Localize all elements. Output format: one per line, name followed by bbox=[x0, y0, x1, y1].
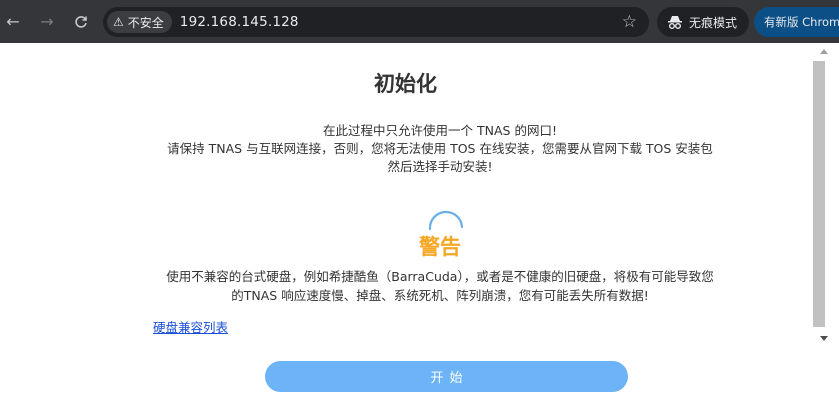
intro-line: 然后选择手动安装! bbox=[387, 159, 493, 174]
warning-line: 的TNAS 响应速度慢、掉盘、系统死机、阵列崩溃，您有可能丢失所有数据! bbox=[231, 288, 649, 303]
address-bar[interactable]: ⚠ 不安全 192.168.145.128 ☆ bbox=[103, 7, 649, 37]
update-chrome-button[interactable]: 有新版 Chrom bbox=[754, 7, 839, 37]
incognito-icon bbox=[668, 16, 682, 29]
page-title: 初始化 bbox=[374, 72, 437, 96]
incognito-indicator[interactable]: 无痕模式 bbox=[657, 7, 749, 37]
warning-title: 警告 bbox=[419, 235, 461, 259]
forward-arrow-icon[interactable]: → bbox=[34, 9, 60, 35]
incognito-label: 无痕模式 bbox=[689, 15, 738, 30]
intro-text: 在此过程中只允许使用一个 TNAS 的网口! 请保持 TNAS 与互联网连接，否… bbox=[0, 122, 839, 176]
back-arrow-icon[interactable]: ← bbox=[0, 9, 26, 35]
scroll-up-arrow-icon[interactable] bbox=[820, 49, 828, 54]
page-content: 初始化 在此过程中只允许使用一个 TNAS 的网口! 请保持 TNAS 与互联网… bbox=[0, 43, 811, 401]
reload-icon[interactable] bbox=[68, 9, 94, 35]
intro-line: 请保持 TNAS 与互联网连接，否则，您将无法使用 TOS 在线安装，您需要从官… bbox=[167, 141, 713, 156]
start-button[interactable]: 开始 bbox=[265, 361, 628, 392]
scroll-down-arrow-icon[interactable] bbox=[820, 336, 828, 341]
update-label: 有新版 Chrom bbox=[764, 15, 839, 29]
warning-triangle-icon: ⚠ bbox=[113, 15, 124, 29]
bookmark-star-icon[interactable]: ☆ bbox=[622, 12, 637, 32]
scroll-thumb[interactable] bbox=[813, 61, 825, 327]
warning-text: 使用不兼容的台式硬盘，例如希捷酷鱼（BarraCuda），或者是不健康的旧硬盘，… bbox=[0, 267, 839, 305]
disk-compatibility-link[interactable]: 硬盘兼容列表 bbox=[153, 317, 228, 336]
reload-glyph bbox=[75, 15, 87, 28]
security-indicator[interactable]: ⚠ 不安全 bbox=[107, 11, 172, 33]
security-label: 不安全 bbox=[127, 15, 164, 30]
vertical-scrollbar[interactable] bbox=[811, 43, 839, 401]
browser-toolbar: ← → ⚠ 不安全 192.168.145.128 ☆ 无痕模式 有新版 Chr… bbox=[0, 0, 839, 43]
url-text[interactable]: 192.168.145.128 bbox=[180, 14, 299, 30]
intro-line: 在此过程中只允许使用一个 TNAS 的网口! bbox=[323, 123, 557, 138]
warning-line: 使用不兼容的台式硬盘，例如希捷酷鱼（BarraCuda），或者是不健康的旧硬盘，… bbox=[166, 269, 714, 284]
